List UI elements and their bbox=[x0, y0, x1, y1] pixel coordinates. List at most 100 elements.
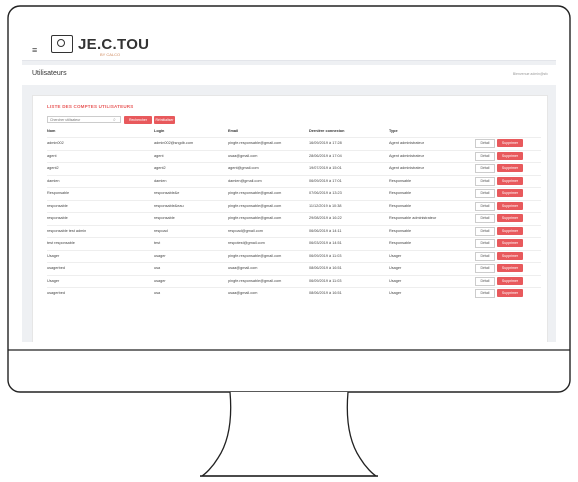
cell-email: pingfe.responsable@gmail.com bbox=[228, 278, 282, 283]
cell-login: responsable&eau bbox=[154, 203, 184, 208]
page-header: Utilisateurs Bienvenue admin@sfc bbox=[22, 65, 556, 85]
cell-login: agent2 bbox=[154, 166, 166, 170]
cell-type: Agent administrateur bbox=[389, 153, 425, 158]
delete-button[interactable]: Supprimer bbox=[497, 139, 523, 147]
top-bar: ≡ JE.C.TOU BY CALCO bbox=[22, 22, 556, 61]
cell-last: 08/06/2019 à 16:51 bbox=[309, 291, 342, 295]
card-title: LISTE DES COMPTES UTILISATEURS bbox=[47, 104, 134, 109]
detail-button[interactable]: Détail bbox=[475, 239, 495, 248]
detail-button[interactable]: Détail bbox=[475, 276, 495, 286]
table-row: damien damien damien@gmail.com 06/09/2019 à… bbox=[47, 174, 541, 186]
table-row: responsable responsable&eau pingfe.respons… bbox=[47, 199, 541, 211]
hamburger-menu-icon[interactable]: ≡ bbox=[32, 46, 37, 55]
detail-button[interactable]: Détail bbox=[475, 264, 495, 273]
cell-type: Responsable bbox=[389, 241, 412, 245]
delete-button[interactable]: Supprimer bbox=[497, 214, 523, 222]
delete-button[interactable]: Supprimer bbox=[497, 164, 523, 172]
cell-login: respoad bbox=[154, 228, 168, 233]
cell-type: Responsable bbox=[389, 203, 412, 208]
cell-login: usager bbox=[154, 278, 166, 283]
search-button[interactable]: Rechercher bbox=[124, 116, 152, 124]
delete-button[interactable]: Supprimer bbox=[497, 176, 523, 185]
delete-button[interactable]: Supprimer bbox=[497, 264, 523, 272]
delete-button[interactable]: Supprimer bbox=[497, 201, 523, 210]
cell-last: 06/09/2019 à 17:01 bbox=[309, 178, 342, 183]
detail-button[interactable]: Détail bbox=[475, 151, 495, 161]
cell-email: respotest@gmail.com bbox=[228, 241, 265, 245]
detail-button[interactable]: Détail bbox=[475, 189, 495, 198]
logo-icon bbox=[51, 35, 73, 53]
cell-last: 06/03/2019 à 14:51 bbox=[309, 241, 342, 245]
cell-login: test bbox=[154, 241, 161, 245]
delete-button[interactable]: Supprimer bbox=[497, 151, 523, 160]
detail-button[interactable]: Détail bbox=[475, 251, 495, 261]
table-row: agent agent usaa@gmail.com 28/06/2019 à 17:… bbox=[47, 149, 541, 161]
detail-button[interactable]: Détail bbox=[475, 176, 495, 186]
delete-button[interactable]: Supprimer bbox=[497, 239, 523, 247]
delete-button[interactable]: Supprimer bbox=[497, 289, 523, 297]
cell-last: 08/06/2019 à 16:51 bbox=[309, 266, 342, 270]
table-row: usagerbed usa usaa@gmail.com 08/06/2019 à 1… bbox=[47, 287, 541, 298]
delete-button[interactable]: Supprimer bbox=[497, 189, 523, 197]
logo-subtitle: BY CALCO bbox=[100, 52, 121, 57]
cell-last: 06/09/2019 à 11:03 bbox=[309, 278, 342, 283]
column-header-type[interactable]: Type bbox=[389, 129, 398, 133]
cell-type: Responsable bbox=[389, 178, 412, 183]
table-row: responsable responsable pingfe.responsable… bbox=[47, 212, 541, 223]
cell-email: pingfe.responsable@gmail.com bbox=[228, 253, 282, 258]
detail-button[interactable]: Détail bbox=[475, 201, 495, 211]
cell-last: 29/08/2019 à 16:22 bbox=[309, 216, 342, 220]
cell-email: pingfe.responsable@gmail.com bbox=[228, 141, 282, 145]
cell-nom: Responsable bbox=[47, 191, 70, 195]
cell-nom: responsable test admin bbox=[47, 228, 87, 233]
cell-nom: damien bbox=[47, 178, 60, 183]
cell-email: usaa@gmail.com bbox=[228, 291, 258, 295]
table-row: Responsable responsable&e pingfe.responsab… bbox=[47, 187, 541, 198]
column-header-email[interactable]: Email bbox=[228, 129, 238, 133]
detail-button[interactable]: Détail bbox=[475, 139, 495, 148]
column-header-login[interactable]: Login bbox=[154, 129, 164, 133]
detail-button[interactable]: Détail bbox=[475, 289, 495, 298]
delete-button[interactable]: Supprimer bbox=[497, 226, 523, 235]
cell-login: usa bbox=[154, 266, 161, 270]
cell-last: 11/12/2019 à 10:38 bbox=[309, 203, 342, 208]
search-input[interactable] bbox=[47, 116, 121, 123]
cell-nom: responsable bbox=[47, 203, 68, 208]
cell-nom: usagerbed bbox=[47, 291, 65, 295]
detail-button[interactable]: Détail bbox=[475, 214, 495, 223]
page-title: Utilisateurs bbox=[32, 70, 67, 77]
delete-button[interactable]: Supprimer bbox=[497, 251, 523, 260]
cell-type: Usager bbox=[389, 266, 402, 270]
cell-login: damien bbox=[154, 178, 167, 183]
search-icon: ⌕ bbox=[113, 117, 116, 123]
cell-type: Usager bbox=[389, 291, 402, 295]
cell-last: 19/07/2019 à 15:01 bbox=[309, 166, 342, 170]
delete-button[interactable]: Supprimer bbox=[497, 276, 523, 285]
cell-nom: agent bbox=[47, 153, 57, 158]
cell-email: damien@gmail.com bbox=[228, 178, 262, 183]
cell-login: usager bbox=[154, 253, 166, 258]
table-row: Usager usager pingfe.responsable@gmail.com… bbox=[47, 274, 541, 286]
app-screen: ≡ JE.C.TOU BY CALCO Utilisateurs Bienven… bbox=[22, 22, 556, 342]
cell-last: 06/09/2019 à 11:03 bbox=[309, 253, 342, 258]
cell-type: Responsable bbox=[389, 191, 412, 195]
cell-login: agent bbox=[154, 153, 164, 158]
reset-button[interactable]: Réinitialiser bbox=[154, 116, 175, 124]
cell-email: respoad@gmail.com bbox=[228, 228, 263, 233]
cell-last: 16/09/2019 à 17:28 bbox=[309, 141, 342, 145]
cell-email: pingfe.responsable@gmail.com bbox=[228, 216, 282, 220]
column-header-last-login[interactable]: Dernière connexion bbox=[309, 129, 344, 133]
users-card: LISTE DES COMPTES UTILISATEURS ⌕ Recherc… bbox=[32, 95, 548, 342]
cell-login: responsable&e bbox=[154, 191, 180, 195]
cell-nom: Usager bbox=[47, 278, 60, 283]
column-header-nom[interactable]: Nom bbox=[47, 129, 55, 133]
cell-login: responsable bbox=[154, 216, 175, 220]
cell-type: Usager bbox=[389, 278, 402, 283]
table-row: test responsable test respotest@gmail.com 0… bbox=[47, 237, 541, 248]
detail-button[interactable]: Détail bbox=[475, 164, 495, 173]
cell-nom: test responsable bbox=[47, 241, 75, 245]
logo-title: JE.C.TOU bbox=[78, 36, 150, 53]
cell-login: admin002@sngdb.com bbox=[154, 141, 194, 145]
detail-button[interactable]: Détail bbox=[475, 226, 495, 236]
cell-type: Agent administrateur bbox=[389, 166, 425, 170]
